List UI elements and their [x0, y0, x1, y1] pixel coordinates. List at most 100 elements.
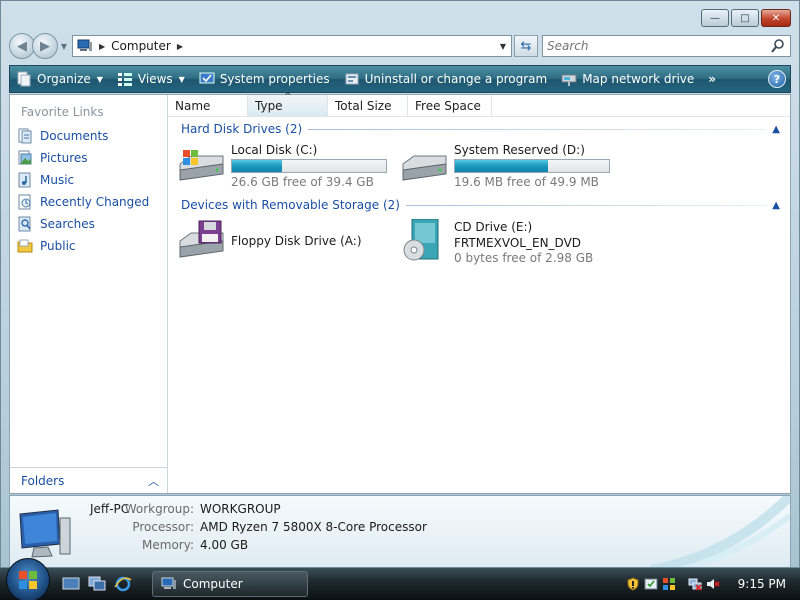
drive-info: Floppy Disk Drive (A:): [231, 219, 362, 261]
column-header-total-size[interactable]: Total Size: [328, 95, 408, 117]
start-button[interactable]: [6, 558, 50, 600]
map-network-drive-button[interactable]: Map network drive: [561, 71, 694, 87]
breadcrumb-separator-icon: ▶: [99, 41, 106, 51]
column-headers: Name ^ Type Total Size Free Space: [168, 92, 790, 117]
drive-usage-fill: [232, 160, 283, 172]
workgroup-label: Workgroup:: [124, 502, 194, 516]
drive-free-space: 19.6 MB free of 49.9 MB: [454, 175, 599, 189]
refresh-button[interactable]: ⇆: [514, 35, 538, 57]
switch-windows-icon[interactable]: [88, 576, 106, 592]
internet-explorer-icon[interactable]: [114, 576, 132, 592]
fav-link-recently-changed[interactable]: Recently Changed: [10, 191, 167, 213]
uninstall-program-button[interactable]: Uninstall or change a program: [344, 71, 548, 87]
security-shield-icon[interactable]: [626, 577, 640, 591]
group-header-removable-storage[interactable]: Devices with Removable Storage (2) ▲: [181, 197, 780, 213]
column-label: Name: [175, 99, 211, 113]
processor-value: AMD Ryzen 7 5800X 8-Core Processor: [200, 520, 427, 534]
system-tray: 9:15 PM: [626, 568, 800, 600]
recently-changed-icon: [18, 194, 31, 210]
collapse-group-icon[interactable]: ▲: [772, 124, 780, 135]
search-box[interactable]: [542, 35, 791, 57]
drive-usage-bar: [454, 159, 610, 173]
recent-pages-dropdown[interactable]: ▼: [58, 42, 70, 51]
hard-drive-icon: [402, 155, 447, 181]
address-dropdown-icon[interactable]: ▼: [495, 36, 511, 56]
fav-link-searches[interactable]: Searches: [10, 213, 167, 235]
network-disconnected-icon[interactable]: [688, 577, 702, 591]
drive-usage-fill: [455, 160, 549, 172]
fav-link-label: Public: [40, 239, 76, 253]
organize-button[interactable]: Organize ▼: [16, 71, 103, 87]
documents-icon: [18, 128, 32, 144]
help-button[interactable]: ?: [768, 70, 786, 88]
quick-launch: [62, 576, 132, 592]
drive-info: Local Disk (C:) 26.6 GB free of 39.4 GB: [231, 142, 387, 190]
computer-details: Workgroup: WORKGROUP Processor: AMD Ryze…: [82, 502, 427, 553]
caption-buttons: — □ ✕: [701, 9, 791, 27]
taskbar: Computer 9:15 PM: [0, 558, 800, 600]
search-icon[interactable]: [770, 38, 786, 54]
system-properties-button[interactable]: System properties: [199, 71, 330, 87]
volume-muted-icon[interactable]: [706, 577, 720, 591]
uninstall-program-label: Uninstall or change a program: [364, 72, 548, 86]
breadcrumb-computer[interactable]: Computer: [111, 39, 171, 53]
drive-system-reserved-d[interactable]: System Reserved (D:) 19.6 MB free of 49.…: [400, 142, 610, 190]
search-input[interactable]: [547, 39, 770, 53]
floppy-drive-icon: [179, 220, 224, 258]
collapse-group-icon[interactable]: ▲: [772, 200, 780, 211]
folders-label: Folders: [21, 473, 65, 488]
details-pane: Jeff-PC Workgroup: WORKGROUP Processor: …: [9, 495, 791, 567]
forward-button[interactable]: ▶: [32, 33, 58, 59]
drive-cd-e[interactable]: CD Drive (E:) FRTMEXVOL_EN_DVD 0 bytes f…: [400, 219, 593, 266]
public-folder-icon: [17, 239, 33, 253]
back-arrow-icon: ◀: [17, 38, 27, 54]
computer-icon: [161, 577, 176, 589]
fav-link-music[interactable]: Music: [10, 169, 167, 191]
drive-local-disk-c[interactable]: Local Disk (C:) 26.6 GB free of 39.4 GB: [177, 142, 387, 190]
column-header-name[interactable]: Name: [168, 95, 248, 117]
group-title: Devices with Removable Storage (2): [181, 198, 400, 212]
taskbar-button-computer[interactable]: Computer: [152, 571, 308, 597]
views-label: Views: [137, 72, 173, 86]
taskbar-button-label: Computer: [183, 577, 243, 591]
fav-link-pictures[interactable]: Pictures: [10, 147, 167, 169]
group-header-hard-disks[interactable]: Hard Disk Drives (2) ▲: [181, 121, 780, 137]
map-network-drive-label: Map network drive: [582, 72, 695, 86]
column-label: Type: [255, 99, 283, 113]
file-list-pane: Name ^ Type Total Size Free Space Hard D…: [168, 92, 790, 493]
sort-ascending-icon: ^: [284, 92, 292, 102]
column-header-type[interactable]: ^ Type: [248, 92, 328, 117]
column-header-free-space[interactable]: Free Space: [408, 95, 492, 117]
close-button[interactable]: ✕: [761, 9, 791, 27]
group-title: Hard Disk Drives (2): [181, 122, 303, 136]
breadcrumb-expand-icon[interactable]: ▶: [177, 42, 183, 51]
favorite-links-title: Favorite Links: [21, 105, 104, 119]
fav-link-label: Searches: [40, 217, 95, 231]
minimize-button[interactable]: —: [701, 9, 729, 27]
address-bar[interactable]: ▶ Computer ▶ ▼: [72, 35, 512, 57]
uninstall-program-icon: [345, 73, 359, 85]
clock[interactable]: 9:15 PM: [738, 577, 786, 591]
map-network-drive-icon: [561, 74, 577, 86]
searches-icon: [18, 216, 31, 232]
windows-flag-icon[interactable]: [662, 577, 676, 591]
views-icon: [117, 73, 132, 86]
drive-free-space: 0 bytes free of 2.98 GB: [454, 251, 594, 265]
more-commands-button[interactable]: »: [708, 72, 716, 86]
workgroup-value: WORKGROUP: [200, 502, 281, 516]
fav-link-public[interactable]: Public: [10, 235, 167, 257]
fav-link-documents[interactable]: Documents: [10, 125, 167, 147]
content-area: Favorite Links Documents Pictures Music …: [9, 92, 791, 494]
show-desktop-icon[interactable]: [62, 576, 80, 592]
maximize-button[interactable]: □: [731, 9, 759, 27]
views-button[interactable]: Views ▼: [117, 71, 185, 87]
drive-floppy-a[interactable]: Floppy Disk Drive (A:): [177, 219, 362, 261]
forward-arrow-icon: ▶: [40, 38, 50, 54]
folders-toggle[interactable]: Folders ︿: [10, 467, 167, 493]
system-properties-label: System properties: [219, 72, 330, 86]
views-dropdown-icon: ▼: [178, 74, 185, 84]
memory-label: Memory:: [142, 538, 194, 552]
memory-value: 4.00 GB: [200, 538, 249, 552]
pictures-icon: [18, 150, 32, 165]
windows-update-icon[interactable]: [644, 577, 658, 591]
